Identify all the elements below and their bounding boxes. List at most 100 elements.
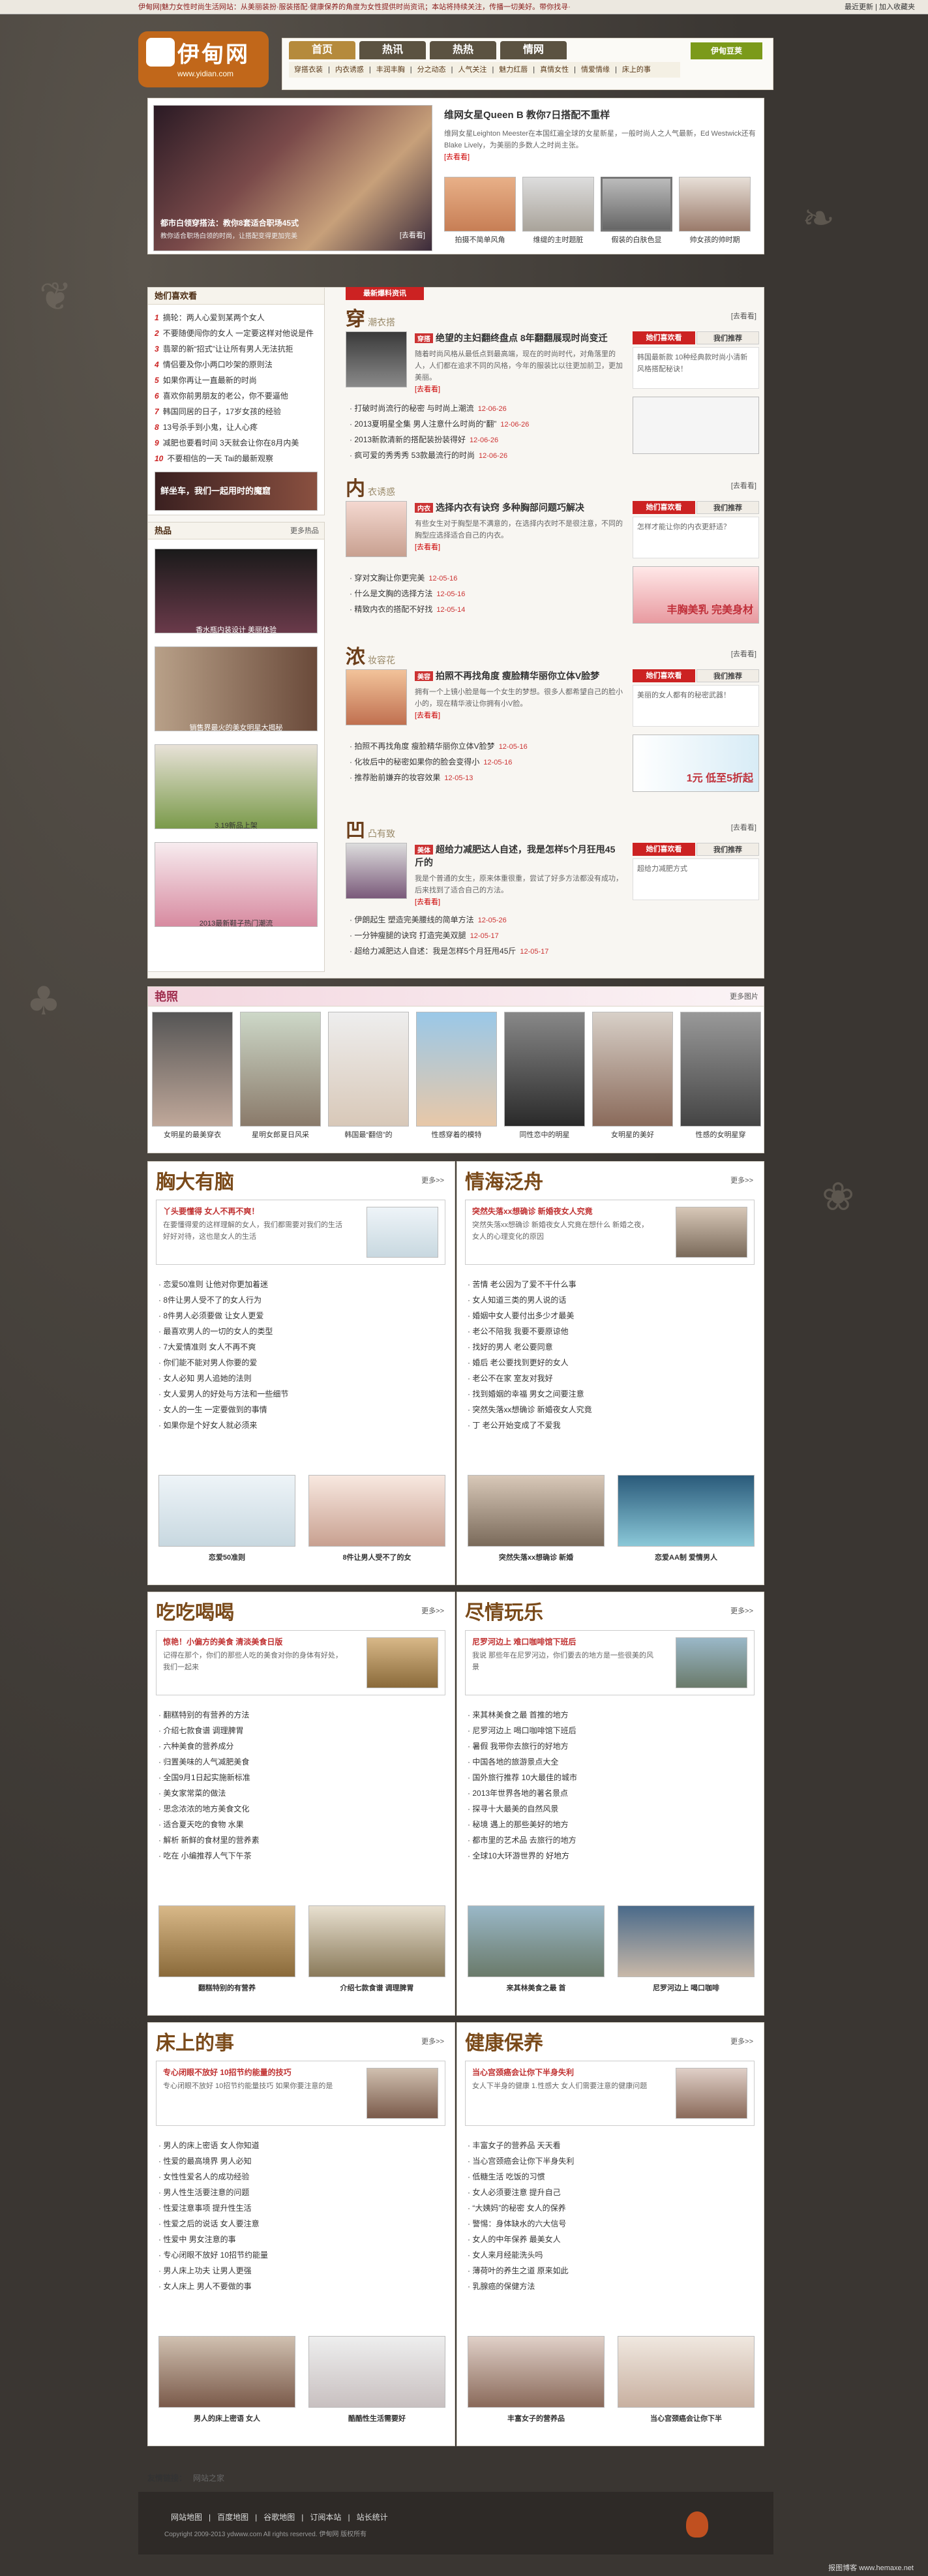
friend-link[interactable]: 网站之家	[193, 2474, 224, 2483]
hero-title[interactable]: 维网女星Queen B 教你7日搭配不重样	[444, 108, 757, 121]
list-item[interactable]: · 2013夏明星全集 男人注意什么时尚的“翻” 12-06-26	[350, 416, 623, 432]
footer-link[interactable]: 网站地图	[171, 2513, 202, 2522]
section-tab-favorite[interactable]: 她们喜欢看	[633, 843, 695, 856]
list-item[interactable]: · 老公不在家 室友对我好	[468, 1371, 755, 1386]
list-item[interactable]: · 丁 老公开始变成了不爱我	[468, 1417, 755, 1433]
list-item[interactable]: · 翻糕特别的有营养的方法	[158, 1707, 445, 1723]
list-item[interactable]: · 低糖生活 吃饭的习惯	[468, 2169, 755, 2185]
product-image[interactable]	[155, 646, 318, 731]
section-read-more[interactable]: [去看看]	[415, 710, 623, 721]
list-item[interactable]: · “大姨妈”的秘密 女人的保养	[468, 2200, 755, 2216]
section-tab-favorite[interactable]: 她们喜欢看	[633, 501, 695, 514]
list-item[interactable]: · 拍照不再找角度 瘦脸精华丽你立体V脸梦 12-05-16	[350, 738, 623, 754]
list-item[interactable]: · 性爱之后的说话 女人要注意	[158, 2216, 445, 2232]
card-image[interactable]	[676, 1637, 747, 1688]
subnav-item[interactable]: 真情女性	[540, 66, 569, 74]
list-item[interactable]: · 当心宫颈癌会让你下半身失利	[468, 2153, 755, 2169]
footer-link[interactable]: 谷歌地图	[263, 2513, 295, 2522]
list-item[interactable]: · 警惕：身体缺水的六大信号	[468, 2216, 755, 2232]
hero-thumb-active[interactable]	[601, 177, 672, 232]
section-side-ad[interactable]: 丰胸美乳 完美身材	[633, 566, 759, 624]
subnav-item[interactable]: 魅力红唇	[499, 66, 528, 74]
list-item[interactable]: · 中国各地的旅游景点大全	[468, 1754, 755, 1770]
card-image[interactable]	[367, 1207, 438, 1258]
block-more-link[interactable]: 更多>>	[730, 2036, 753, 2046]
list-item[interactable]: · 找到婚姻的幸福 男女之间要注意	[468, 1386, 755, 1402]
list-item[interactable]: · 7大爱情准则 女人不再不爽	[158, 1339, 445, 1355]
yanzhao-more-link[interactable]: 更多图片	[730, 987, 758, 1007]
hero-thumb[interactable]	[522, 177, 594, 232]
section-headline[interactable]: 绝望的主妇翻终盘点 8年翻翻展现时尚变迁	[436, 333, 608, 343]
block-photo[interactable]	[618, 1905, 755, 1977]
list-item[interactable]: · 老公不陪我 我要不要原谅他	[468, 1324, 755, 1339]
gallery-photo[interactable]	[504, 1012, 585, 1127]
nav-tab-home[interactable]: 首页	[289, 41, 355, 59]
list-item[interactable]: 2 不要随便闯你的女人 一定要这样对他说是件	[155, 326, 318, 341]
list-item[interactable]: 3 翡翠的新“招式”让让所有男人无法抗拒	[155, 341, 318, 357]
list-item[interactable]: 7 韩国同居的日子，17岁女孩的经验	[155, 404, 318, 419]
gallery-photo[interactable]	[240, 1012, 321, 1127]
list-item[interactable]: · 男人床上功夫 让男人更强	[158, 2263, 445, 2279]
list-item[interactable]: · 一分钟瘦腿的诀窍 打造完美双腿 12-05-17	[350, 928, 623, 943]
banner-more-link[interactable]: [去看看]	[400, 230, 425, 240]
block-photo[interactable]	[468, 2336, 605, 2408]
section-side-text[interactable]: 美丽的女人都有的秘密武器！	[637, 689, 755, 701]
list-item[interactable]: · 性爱注意事项 提升性生活	[158, 2200, 445, 2216]
list-item[interactable]: · 你们能不能对男人你要的爱	[158, 1355, 445, 1371]
block-more-link[interactable]: 更多>>	[421, 1175, 444, 1185]
list-item[interactable]: · 专心闭眼不放好 10招节约能量	[158, 2247, 445, 2263]
list-item[interactable]: · 女人知道三类的男人说的话	[468, 1292, 755, 1308]
subnav-item[interactable]: 床上的事	[622, 66, 651, 74]
block-photo[interactable]	[308, 2336, 445, 2408]
section-tab-recommend[interactable]: 我们推荐	[696, 501, 759, 514]
list-item[interactable]: · 六种美食的营养成分	[158, 1738, 445, 1754]
list-item[interactable]: · 男人性生活要注意的问题	[158, 2185, 445, 2200]
gallery-photo[interactable]	[328, 1012, 409, 1127]
list-item[interactable]: · 女人的一生 一定要做到的事情	[158, 1402, 445, 1417]
list-item[interactable]: · 尼罗河边上 喝口咖啡馆下班后	[468, 1723, 755, 1738]
block-more-link[interactable]: 更多>>	[421, 2036, 444, 2046]
block-photo[interactable]	[308, 1475, 445, 1547]
section-image[interactable]	[346, 843, 407, 899]
section-more-link[interactable]: [去看看]	[731, 311, 756, 321]
hero-banner[interactable]: 都市白领穿搭法：教你8套适合职场45式 教你适合职场白领的时尚，让搭配变得更加完…	[153, 105, 432, 251]
list-item[interactable]: 6 喜欢你前男朋友的老公，你不要逼他	[155, 388, 318, 404]
list-item[interactable]: 8 13号杀手到小鬼，让人心疼	[155, 419, 318, 435]
footer-link[interactable]: 百度地图	[217, 2513, 248, 2522]
list-item[interactable]: · 解析 新鲜的食材里的营养素	[158, 1832, 445, 1848]
block-more-link[interactable]: 更多>>	[730, 1175, 753, 1185]
list-item[interactable]: · 伊朗起生 塑造完美腰线的简单方法 12-05-26	[350, 912, 623, 928]
section-more-link[interactable]: [去看看]	[731, 822, 756, 832]
section-headline[interactable]: 选择内衣有诀窍 多种胸部问题巧解决	[436, 502, 584, 513]
list-item[interactable]: · 化妆后中的秘密如果你的脸会变得小 12-05-16	[350, 754, 623, 770]
list-item[interactable]: · 乳腺癌的保健方法	[468, 2279, 755, 2294]
list-item[interactable]: · 推荐胎前嫌弃的妆容效果 12-05-13	[350, 770, 623, 785]
block-photo[interactable]	[618, 2336, 755, 2408]
list-item[interactable]: · 女人的中年保养 最美女人	[468, 2232, 755, 2247]
nav-tab-love[interactable]: 情网	[500, 41, 567, 59]
list-item[interactable]: · 女人必须要注意 提升自己	[468, 2185, 755, 2200]
list-item[interactable]: · 女人床上 男人不要做的事	[158, 2279, 445, 2294]
section-tab-recommend[interactable]: 我们推荐	[696, 331, 759, 344]
block-photo[interactable]	[468, 1905, 605, 1977]
list-item[interactable]: · 2013年世界各地的著名景点	[468, 1785, 755, 1801]
list-item[interactable]: · 性爱的最高境界 男人必知	[158, 2153, 445, 2169]
block-photo[interactable]	[158, 1475, 295, 1547]
list-item[interactable]: · 女性性爱名人的成功经验	[158, 2169, 445, 2185]
list-item[interactable]: · 打破时尚流行的秘密 与时尚上潮流 12-06-26	[350, 401, 623, 416]
top-links[interactable]: 最近更新 | 加入收藏夹	[845, 0, 915, 14]
subnav-item[interactable]: 丰润丰胸	[376, 66, 405, 74]
list-item[interactable]: · 性爱中 男女注意的事	[158, 2232, 445, 2247]
list-item[interactable]: · 8件男人必须要做 让女人更爱	[158, 1308, 445, 1324]
section-read-more[interactable]: [去看看]	[415, 384, 623, 395]
list-item[interactable]: · 适合夏天吃的食物 水果	[158, 1817, 445, 1832]
section-image[interactable]	[346, 501, 407, 557]
card-image[interactable]	[676, 2068, 747, 2119]
block-card[interactable]: 惊艳！小偏方的美食 清淡美食日版 记得在那个，你们的那些人吃的美食对你的身体有好处…	[156, 1630, 445, 1695]
section-more-link[interactable]: [去看看]	[731, 648, 756, 659]
section-image[interactable]	[346, 669, 407, 725]
card-image[interactable]	[676, 1207, 747, 1258]
footer-link[interactable]: 订阅本站	[310, 2513, 341, 2522]
subnav-item[interactable]: 情爱情缘	[581, 66, 610, 74]
subnav-item[interactable]: 穿搭衣装	[294, 66, 323, 74]
